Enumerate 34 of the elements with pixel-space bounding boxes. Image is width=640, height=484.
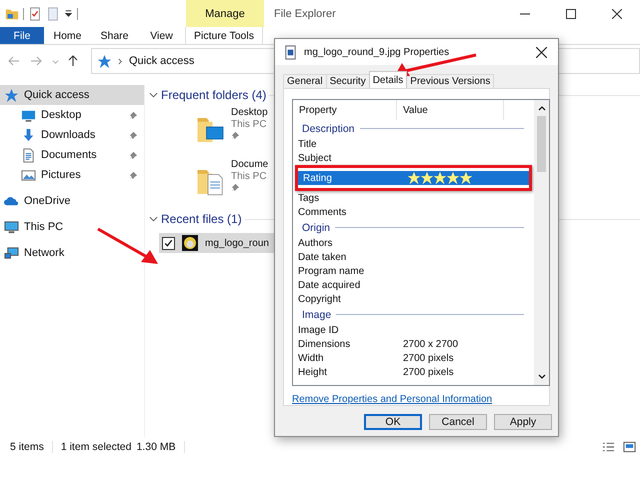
property-name: Comments (298, 206, 348, 218)
file-name: mg_logo_roun (205, 238, 269, 248)
property-value: 2700 x 2700 (403, 338, 458, 350)
item-count: 5 items (10, 441, 44, 453)
window-title: File Explorer (273, 6, 336, 22)
group-heading: Image (302, 308, 332, 320)
property-value: 2700 pixels (403, 366, 454, 378)
property-name: Subject (298, 152, 332, 164)
group-heading: Description (302, 122, 355, 134)
property-name: Rating (303, 172, 333, 184)
property-name: Dimensions (298, 338, 352, 350)
folder-name: Docume (231, 159, 268, 170)
property-name: Width (298, 352, 325, 364)
property-value: 2700 pixels (403, 352, 454, 364)
property-name: Date taken (298, 252, 348, 262)
property-name: Height (298, 366, 328, 378)
property-name: Title (298, 138, 318, 150)
dialog-title: mg_logo_round_9.jpg Properties (304, 46, 450, 58)
section-heading: Recent files (1) (161, 212, 242, 226)
property-name: Program name (298, 266, 366, 276)
section-heading: Frequent folders (4) (161, 88, 266, 102)
folder-name: Desktop (231, 107, 268, 118)
folder-location: This PC (231, 171, 268, 182)
property-name: Tags (298, 192, 320, 204)
selection-size: 1.30 MB (136, 441, 176, 453)
property-name: Image ID (298, 324, 340, 336)
address-path: Quick access (129, 55, 194, 67)
property-name: Copyright (298, 294, 342, 304)
group-heading: Origin (302, 222, 330, 234)
context-tab-header: Manage (186, 0, 264, 27)
property-name: Authors (298, 238, 334, 248)
property-name: Date acquired (298, 280, 362, 290)
selection-info: 1 item selected (60, 441, 132, 453)
folder-location: This PC (231, 119, 268, 130)
